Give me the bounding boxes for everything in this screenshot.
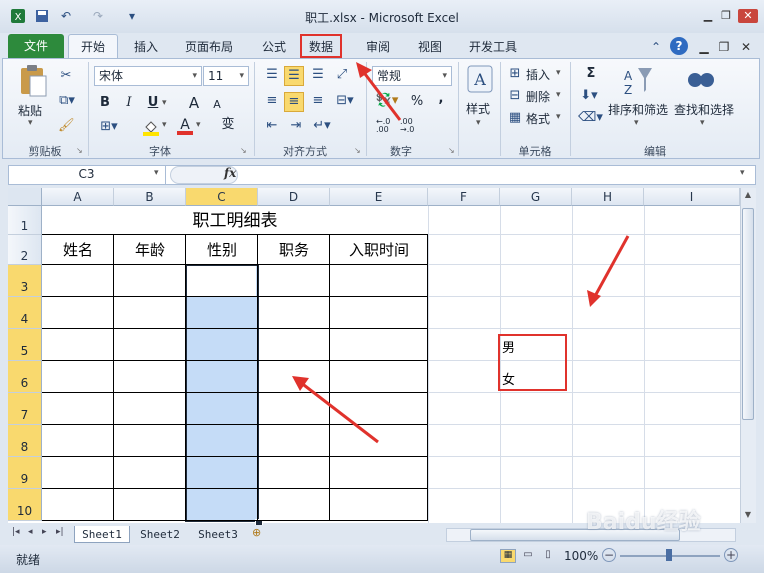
arrow-to-selection (292, 376, 379, 444)
sheet-nav-prev-icon[interactable]: ◂ (28, 527, 33, 537)
zoom-out-icon[interactable]: − (602, 548, 616, 562)
scroll-down-icon[interactable]: ▼ (742, 510, 754, 524)
annotation-arrows (292, 62, 630, 444)
zoom-slider-thumb[interactable] (666, 549, 672, 561)
scroll-thumb[interactable] (742, 208, 754, 420)
insert-sheet-icon[interactable]: ⊕ (252, 526, 270, 542)
sheet-nav-first-icon[interactable]: |◂ (12, 527, 20, 537)
page-layout-view-icon[interactable]: ▭ (520, 549, 536, 563)
status-bar (0, 545, 764, 573)
zoom-in-icon[interactable]: + (724, 548, 738, 562)
sheet-nav-next-icon[interactable]: ▸ (42, 527, 47, 537)
arrow-to-list (587, 235, 630, 307)
sheet-tab[interactable]: Sheet3 (190, 526, 246, 543)
scroll-up-icon[interactable]: ▲ (742, 190, 754, 204)
sheet-tab-active[interactable]: Sheet1 (74, 526, 130, 543)
watermark: Baidu经验 (586, 510, 701, 535)
zoom-level[interactable]: 100% (564, 549, 598, 563)
page-break-view-icon[interactable]: ▯ (540, 549, 556, 563)
arrow-to-data-tab (356, 62, 402, 121)
status-ready: 就绪 (16, 553, 41, 567)
normal-view-icon[interactable]: ▦ (500, 549, 516, 563)
sheet-nav-last-icon[interactable]: ▸| (56, 527, 64, 537)
sheet-tab[interactable]: Sheet2 (132, 526, 188, 543)
